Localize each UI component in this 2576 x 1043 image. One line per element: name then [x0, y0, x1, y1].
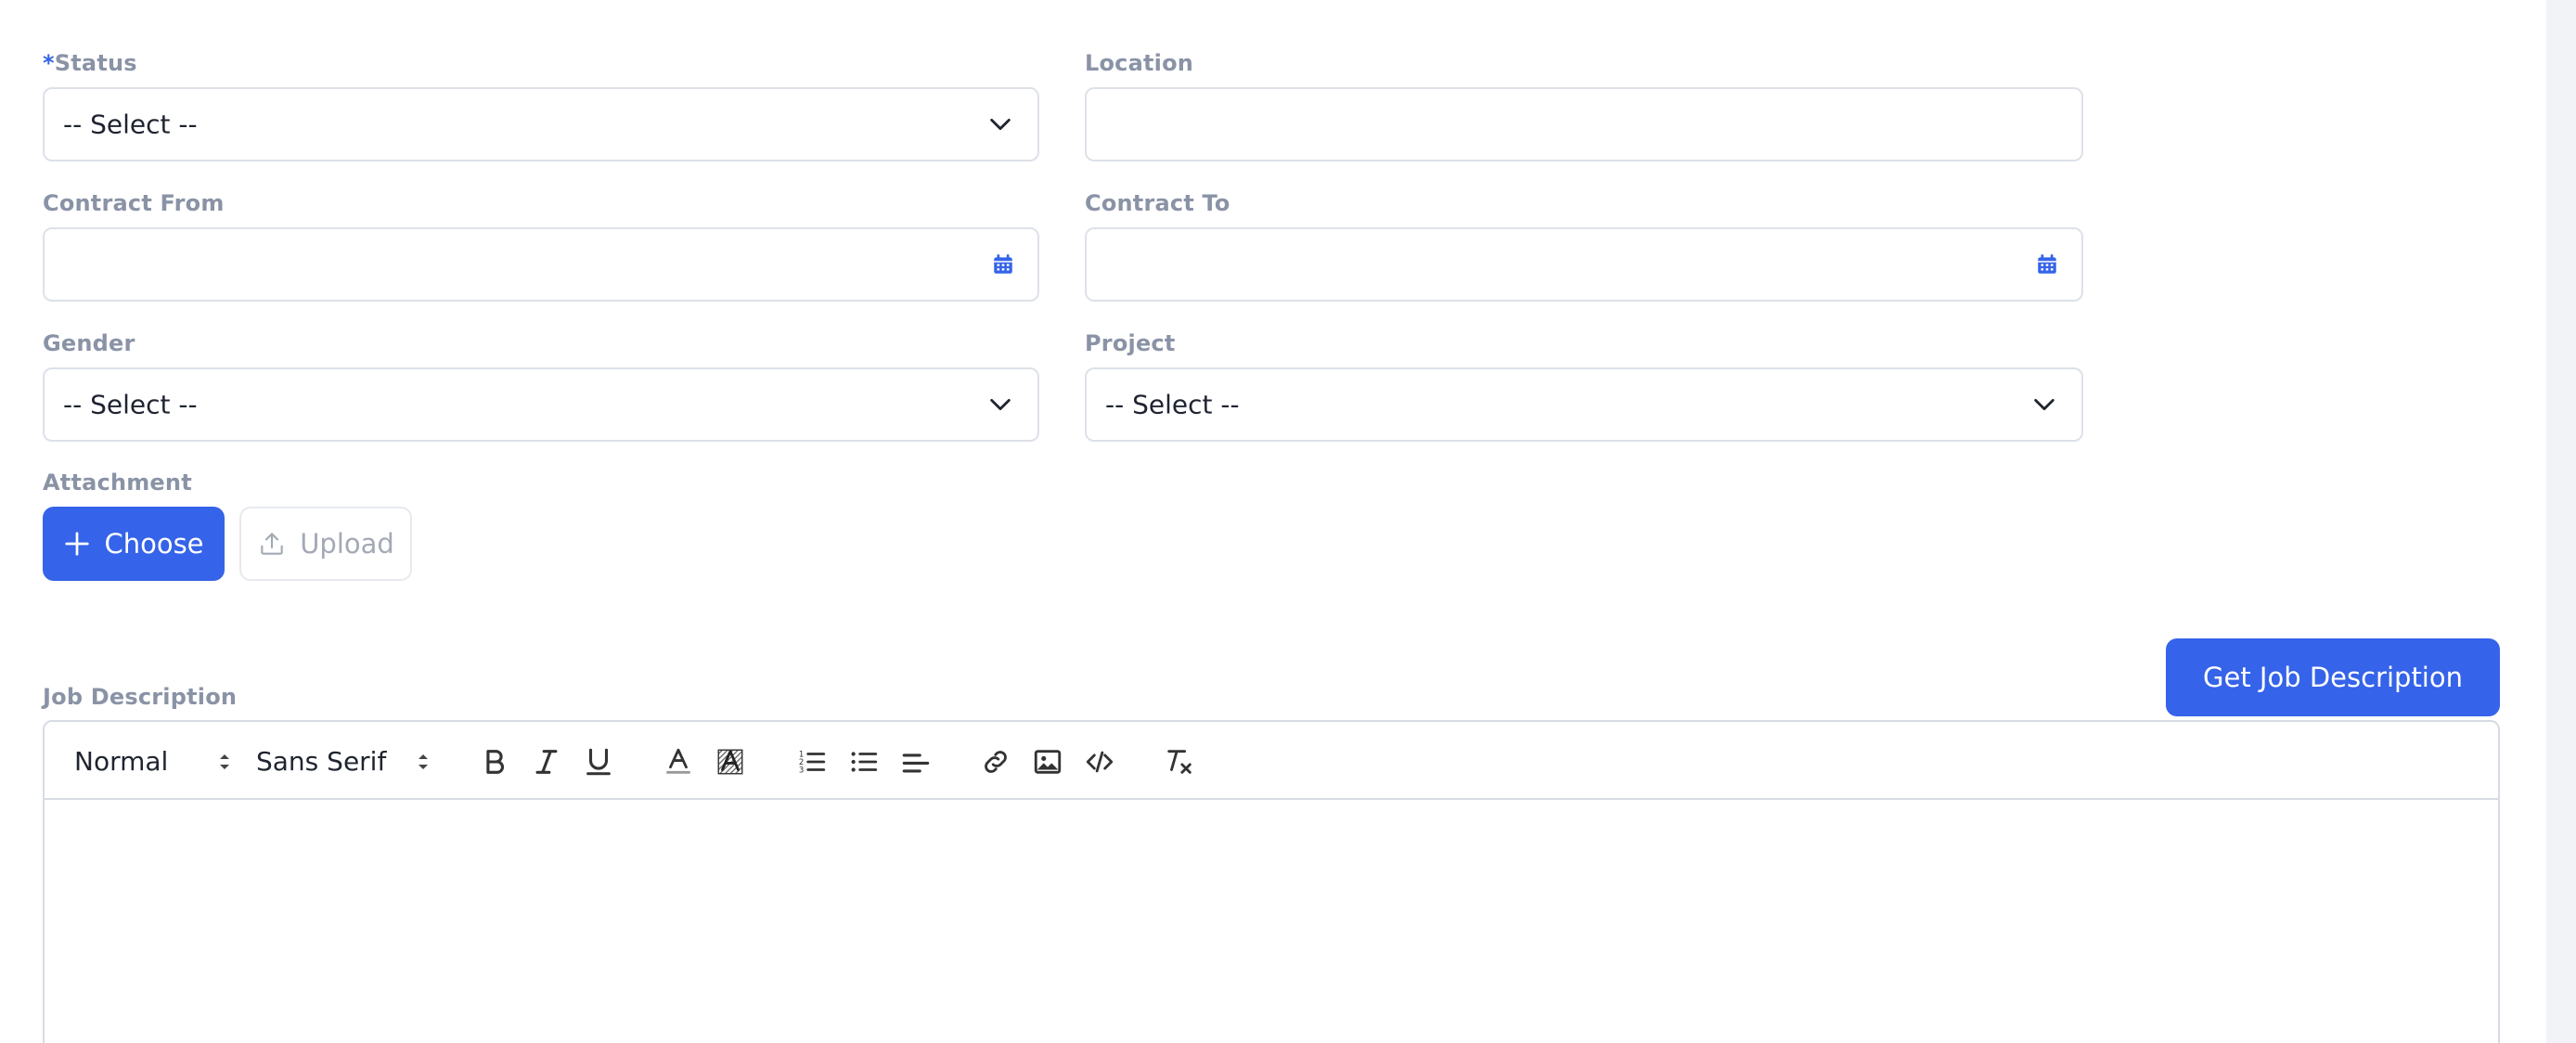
ordered-list-icon[interactable]: 123: [796, 746, 828, 778]
contract-from-label: Contract From: [43, 190, 225, 216]
choose-button-label: Choose: [104, 528, 204, 560]
header-picker[interactable]: Normal: [74, 722, 168, 800]
upload-icon: [261, 533, 283, 555]
underline-icon[interactable]: [583, 746, 614, 778]
italic-icon[interactable]: [531, 746, 562, 778]
bullet-list-icon[interactable]: [848, 746, 880, 778]
contract-to-datepicker[interactable]: [1085, 227, 2083, 302]
choose-button[interactable]: Choose: [43, 507, 225, 581]
chevron-down-icon: [2034, 398, 2054, 411]
editor-content-area[interactable]: [45, 802, 2498, 1043]
status-label: *Status: [43, 50, 137, 76]
picker-arrows-icon: [220, 754, 229, 769]
right-panel-edge: [2546, 0, 2576, 1043]
location-input[interactable]: [1085, 87, 2083, 161]
code-icon[interactable]: [1084, 746, 1115, 778]
project-select[interactable]: -- Select --: [1085, 367, 2083, 442]
job-description-editor: Normal Sans Serif 123: [43, 720, 2500, 1043]
svg-text:3: 3: [799, 766, 804, 775]
align-icon[interactable]: [900, 746, 932, 778]
calendar-icon[interactable]: [2035, 252, 2059, 277]
project-label: Project: [1085, 330, 1176, 356]
location-label: Location: [1085, 50, 1194, 76]
font-picker[interactable]: Sans Serif: [256, 722, 386, 800]
attachment-label: Attachment: [43, 470, 192, 496]
plus-icon: [65, 532, 90, 556]
get-job-description-label: Get Job Description: [2203, 662, 2463, 693]
editor-toolbar: Normal Sans Serif 123: [45, 722, 2498, 800]
contract-from-datepicker[interactable]: [43, 227, 1039, 302]
font-picker-value: Sans Serif: [256, 745, 387, 777]
gender-label: Gender: [43, 330, 135, 356]
image-icon[interactable]: [1032, 746, 1063, 778]
chevron-down-icon: [990, 118, 1011, 131]
status-select[interactable]: -- Select --: [43, 87, 1039, 161]
project-select-value: -- Select --: [1105, 389, 1240, 420]
link-icon[interactable]: [980, 746, 1011, 778]
gender-select[interactable]: -- Select --: [43, 367, 1039, 442]
bold-icon[interactable]: [479, 746, 510, 778]
job-form-page: *Status -- Select -- Location Contract F…: [0, 0, 2576, 1043]
job-description-label: Job Description: [43, 684, 238, 710]
calendar-icon[interactable]: [991, 252, 1015, 277]
header-picker-value: Normal: [74, 745, 169, 777]
upload-button-label: Upload: [300, 528, 394, 560]
upload-button[interactable]: Upload: [239, 507, 412, 581]
clear-format-icon[interactable]: [1164, 746, 1195, 778]
required-mark: *: [43, 50, 55, 76]
chevron-down-icon: [990, 398, 1011, 411]
contract-to-label: Contract To: [1085, 190, 1230, 216]
background-color-icon[interactable]: [715, 746, 746, 778]
picker-arrows-icon: [419, 754, 428, 769]
gender-select-value: -- Select --: [63, 389, 198, 420]
text-color-icon[interactable]: [663, 746, 694, 778]
status-select-value: -- Select --: [63, 109, 198, 140]
status-label-text: Status: [54, 50, 137, 76]
get-job-description-button[interactable]: Get Job Description: [2166, 638, 2500, 716]
